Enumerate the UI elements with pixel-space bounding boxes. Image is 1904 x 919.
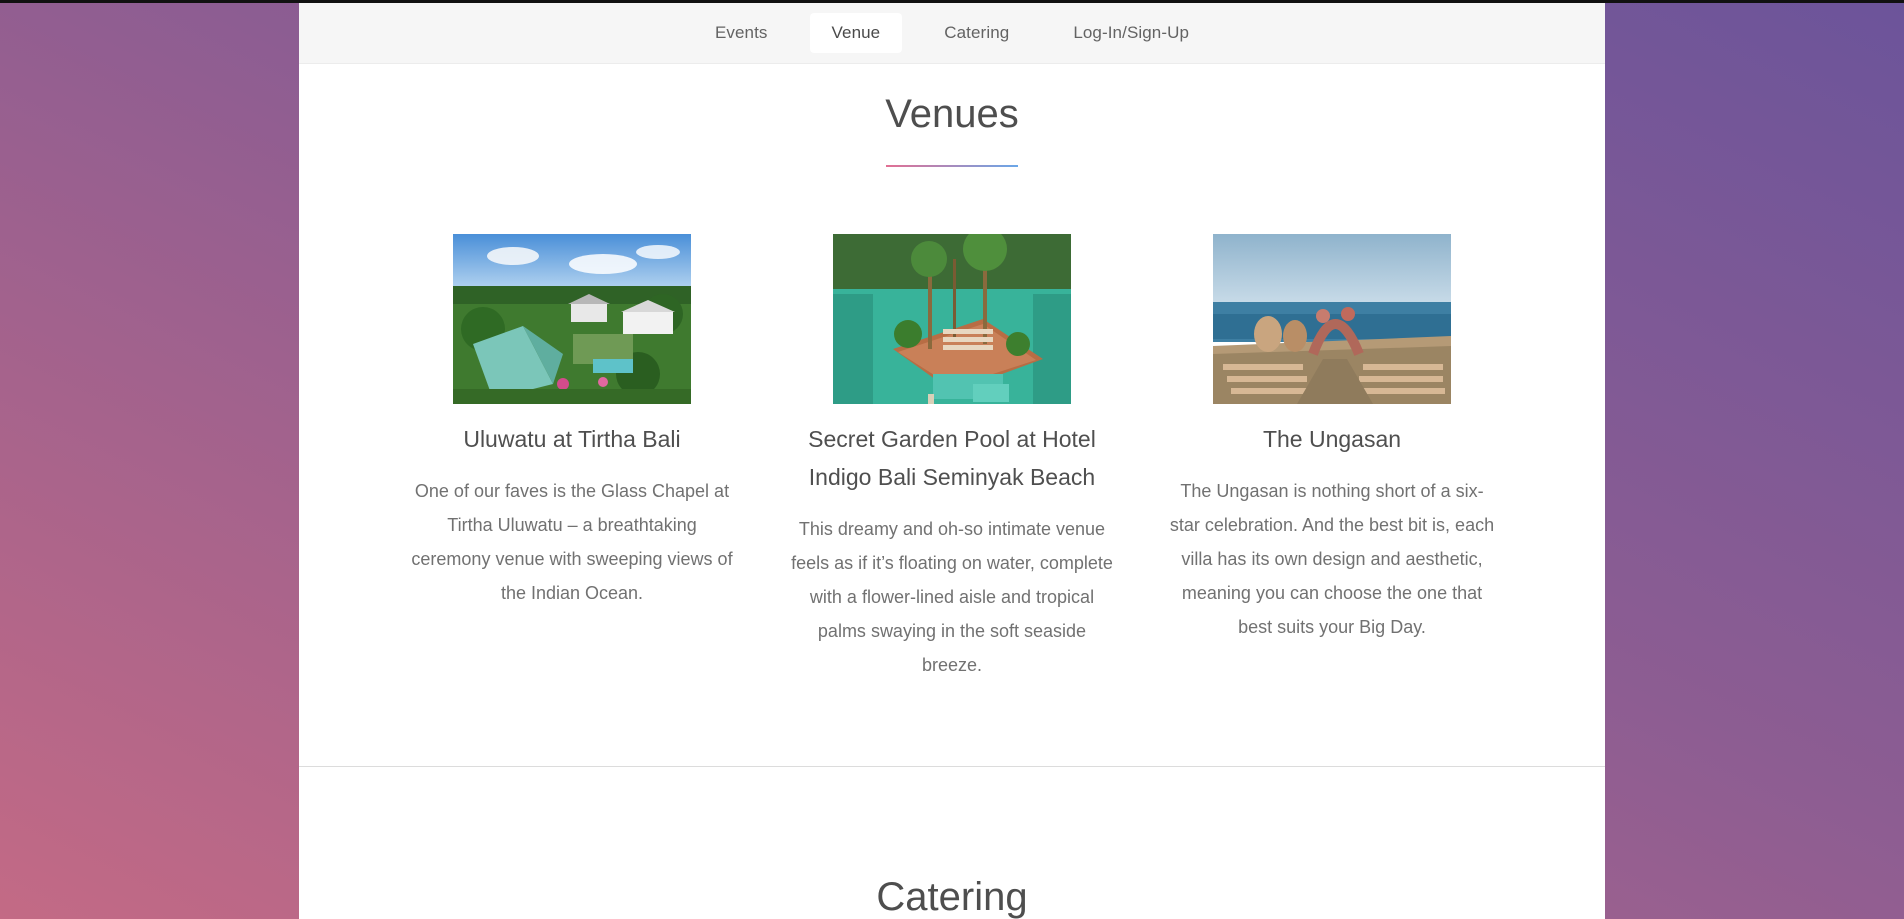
- venue-card-ungasan: The Ungasan The Ungasan is nothing short…: [1162, 234, 1502, 644]
- catering-title: Catering: [876, 875, 1028, 919]
- venue-desc-tirtha: One of our faves is the Glass Chapel at …: [411, 481, 733, 603]
- venue-card-tirtha: Uluwatu at Tirtha Bali One of our faves …: [402, 234, 742, 610]
- nav-login-signup[interactable]: Log-In/Sign-Up: [1051, 13, 1211, 53]
- page-container: Events Venue Catering Log-In/Sign-Up Ven…: [299, 3, 1605, 919]
- venue-name-indigo: Secret Garden Pool at Hotel Indigo Bali …: [808, 426, 1096, 490]
- nav-catering[interactable]: Catering: [922, 13, 1031, 53]
- venues-title: Venues: [885, 92, 1019, 136]
- venue-name-ungasan: The Ungasan: [1262, 426, 1402, 452]
- venue-image-indigo: [833, 234, 1071, 404]
- top-navbar: Events Venue Catering Log-In/Sign-Up: [299, 3, 1605, 64]
- venue-card-indigo: Secret Garden Pool at Hotel Indigo Bali …: [782, 234, 1122, 682]
- venue-desc-indigo: This dreamy and oh-so intimate venue fee…: [791, 519, 1113, 675]
- nav-venue[interactable]: Venue: [809, 13, 903, 53]
- venue-name-tirtha: Uluwatu at Tirtha Bali: [463, 426, 681, 452]
- section-divider: [299, 766, 1605, 767]
- venue-image-tirtha: [453, 234, 691, 404]
- venue-image-ungasan: [1213, 234, 1451, 404]
- nav-events[interactable]: Events: [693, 13, 790, 53]
- venues-grid: Uluwatu at Tirtha Bali One of our faves …: [299, 234, 1605, 675]
- venue-desc-ungasan: The Ungasan is nothing short of a six-st…: [1169, 481, 1495, 637]
- venues-title-underline: [886, 165, 1018, 167]
